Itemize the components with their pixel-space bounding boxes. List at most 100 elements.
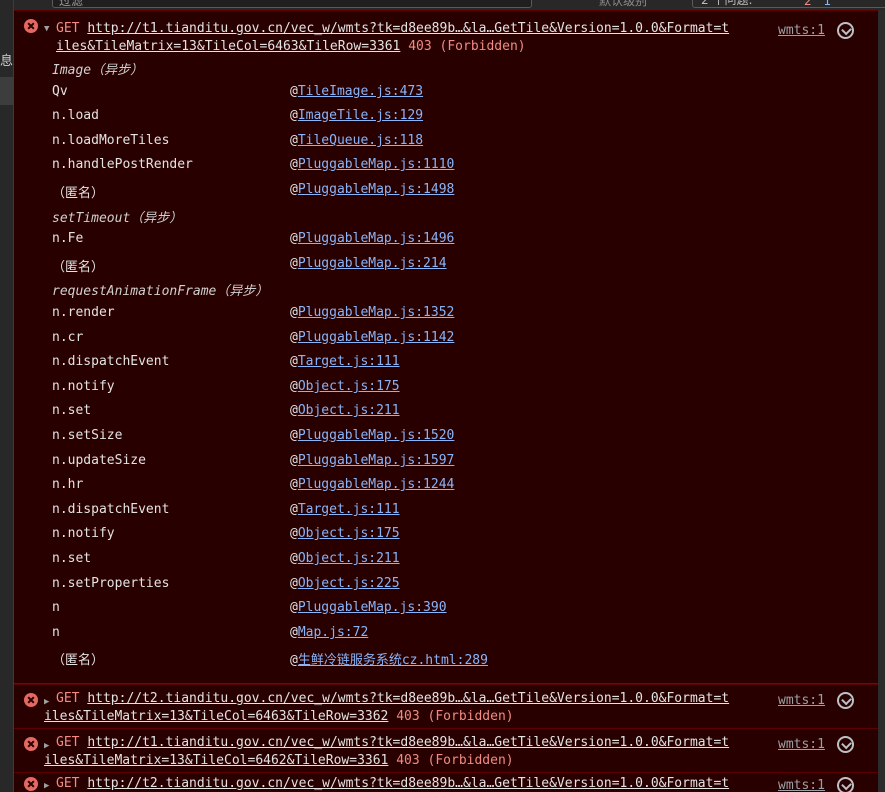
collapsed-triangle-icon[interactable]: ▶ <box>44 781 49 791</box>
stack-frame-function: n.updateSize <box>52 453 146 468</box>
source-file-link[interactable]: TileQueue.js:118 <box>298 133 423 148</box>
message-line-1: GET http://t2.tianditu.gov.cn/vec_w/wmts… <box>56 691 729 706</box>
reload-icon[interactable] <box>837 22 854 39</box>
error-icon <box>24 693 38 707</box>
source-file-link[interactable]: PluggableMap.js:1597 <box>298 453 455 468</box>
error-icon <box>24 737 38 751</box>
stack-frame-function: n.loadMoreTiles <box>52 133 170 148</box>
source-file-link[interactable]: Target.js:111 <box>298 502 400 517</box>
stack-frame-location: @Object.js:211 <box>290 403 400 423</box>
stack-frame-function: n.set <box>52 551 92 566</box>
stack-frame-function: n <box>52 625 60 640</box>
stack-frame-location: @Target.js:111 <box>290 502 400 522</box>
source-file-link[interactable]: Object.js:211 <box>298 551 400 566</box>
source-file-link[interactable]: PluggableMap.js:1352 <box>298 305 455 320</box>
stack-frame-location: @PluggableMap.js:1110 <box>290 157 454 177</box>
message-line-2: iles&TileMatrix=13&TileCol=6462&TileRow=… <box>44 753 514 768</box>
stack-frame-function: n.setProperties <box>52 576 170 591</box>
issues-button[interactable]: 2 个问题: <box>692 0 885 8</box>
at-symbol: @ <box>290 379 298 394</box>
error-count-badge: 2 <box>804 0 812 8</box>
async-boundary-label: Image（异步） <box>52 63 144 78</box>
at-symbol: @ <box>290 428 298 443</box>
at-symbol: @ <box>290 551 298 566</box>
source-file-link[interactable]: PluggableMap.js:1520 <box>298 428 455 443</box>
stack-frame-function: n.cr <box>52 330 84 345</box>
http-method: GET <box>56 776 80 791</box>
stack-frame-function: n.dispatchEvent <box>52 502 170 517</box>
stack-frame-location: @PluggableMap.js:1244 <box>290 477 454 497</box>
at-symbol: @ <box>290 625 298 640</box>
sidebar-label[interactable]: 息 <box>0 50 14 69</box>
request-url-cont[interactable]: iles&TileMatrix=13&TileCol=6463&TileRow=… <box>56 39 400 54</box>
expanded-triangle-icon[interactable]: ▼ <box>44 24 49 34</box>
source-file-link[interactable]: ImageTile.js:129 <box>298 108 423 123</box>
console-error-message[interactable]: ▼ GET http://t1.tianditu.gov.cn/vec_w/wm… <box>14 10 885 683</box>
stack-frame-function: n <box>52 600 60 615</box>
console-messages: ▼ GET http://t1.tianditu.gov.cn/vec_w/wm… <box>14 10 885 792</box>
stack-frame-location: @Object.js:211 <box>290 551 400 571</box>
sidebar-selected-item[interactable] <box>0 77 13 105</box>
source-file-link[interactable]: PluggableMap.js:1110 <box>298 157 455 172</box>
stack-frame-function: （匿名） <box>52 260 105 275</box>
stack-frame-location: @PluggableMap.js:1498 <box>290 182 454 202</box>
at-symbol: @ <box>290 653 298 668</box>
request-url[interactable]: http://t1.tianditu.gov.cn/vec_w/wmts?tk=… <box>87 21 729 36</box>
stack-frame-function: n.load <box>52 108 99 123</box>
info-count-badge: 1 <box>823 0 832 8</box>
request-url-cont[interactable]: iles&TileMatrix=13&TileCol=6462&TileRow=… <box>44 753 388 768</box>
source-file-link[interactable]: PluggableMap.js:1142 <box>298 330 455 345</box>
error-icon <box>24 19 38 33</box>
at-symbol: @ <box>290 576 298 591</box>
message-line-2: iles&TileMatrix=13&TileCol=6463&TileRow=… <box>44 709 514 724</box>
reload-icon[interactable] <box>837 736 854 753</box>
request-url[interactable]: http://t2.tianditu.gov.cn/vec_w/wmts?tk=… <box>87 691 729 706</box>
stack-frame-function: n.Fe <box>52 231 84 246</box>
source-link[interactable]: wmts:1 <box>778 693 825 708</box>
source-file-link[interactable]: Object.js:225 <box>298 576 400 591</box>
collapsed-triangle-icon[interactable]: ▶ <box>44 697 49 707</box>
reload-icon[interactable] <box>837 692 854 709</box>
source-file-link[interactable]: Map.js:72 <box>298 625 368 640</box>
source-link[interactable]: wmts:1 <box>778 737 825 752</box>
source-file-link[interactable]: Target.js:111 <box>298 354 400 369</box>
levels-dropdown[interactable]: 默认级别 <box>599 0 647 9</box>
filter-input[interactable]: 过滤 <box>52 0 532 8</box>
request-url-cont[interactable]: iles&TileMatrix=13&TileCol=6463&TileRow=… <box>44 709 388 724</box>
at-symbol: @ <box>290 600 298 615</box>
stack-frame-location: @Target.js:111 <box>290 354 400 374</box>
source-file-link[interactable]: Object.js:175 <box>298 526 400 541</box>
source-file-link[interactable]: Object.js:211 <box>298 403 400 418</box>
stack-frame-location: @PluggableMap.js:1520 <box>290 428 454 448</box>
source-file-link[interactable]: PluggableMap.js:1496 <box>298 231 455 246</box>
source-file-link[interactable]: PluggableMap.js:1498 <box>298 182 455 197</box>
stack-frame-location: @PluggableMap.js:390 <box>290 600 447 620</box>
source-link[interactable]: wmts:1 <box>778 778 825 792</box>
source-file-link[interactable]: PluggableMap.js:1244 <box>298 477 455 492</box>
source-file-link[interactable]: PluggableMap.js:214 <box>298 256 447 271</box>
at-symbol: @ <box>290 526 298 541</box>
issue-badges[interactable]: 2 1 <box>804 0 831 8</box>
source-file-link[interactable]: PluggableMap.js:390 <box>298 600 447 615</box>
console-error-message[interactable]: ▶ GET http://t2.tianditu.gov.cn/vec_w/wm… <box>14 684 885 728</box>
source-file-link[interactable]: TileImage.js:473 <box>298 84 423 99</box>
at-symbol: @ <box>290 84 298 99</box>
stack-frame-function: n.notify <box>52 526 115 541</box>
request-url[interactable]: http://t1.tianditu.gov.cn/vec_w/wmts?tk=… <box>87 735 729 750</box>
collapsed-triangle-icon[interactable]: ▶ <box>44 741 49 751</box>
request-url[interactable]: http://t2.tianditu.gov.cn/vec_w/wmts?tk=… <box>87 776 729 791</box>
source-file-link[interactable]: Object.js:175 <box>298 379 400 394</box>
console-error-message[interactable]: ▶ GET http://t2.tianditu.gov.cn/vec_w/wm… <box>14 772 885 792</box>
reload-icon[interactable] <box>837 777 854 792</box>
stack-frame-function: Qv <box>52 84 68 99</box>
stack-frame-location: @Map.js:72 <box>290 625 368 645</box>
stack-frame-location: @ImageTile.js:129 <box>290 108 423 128</box>
console-error-message[interactable]: ▶ GET http://t1.tianditu.gov.cn/vec_w/wm… <box>14 728 885 772</box>
scrollbar[interactable] <box>878 10 885 792</box>
at-symbol: @ <box>290 305 298 320</box>
http-status: 403 (Forbidden) <box>396 709 514 724</box>
source-file-link[interactable]: 生鲜冷链服务系统cz.html:289 <box>298 653 488 668</box>
message-line-1: GET http://t2.tianditu.gov.cn/vec_w/wmts… <box>56 776 729 791</box>
source-link[interactable]: wmts:1 <box>778 23 825 38</box>
async-boundary-label: requestAnimationFrame（异步） <box>52 284 269 299</box>
